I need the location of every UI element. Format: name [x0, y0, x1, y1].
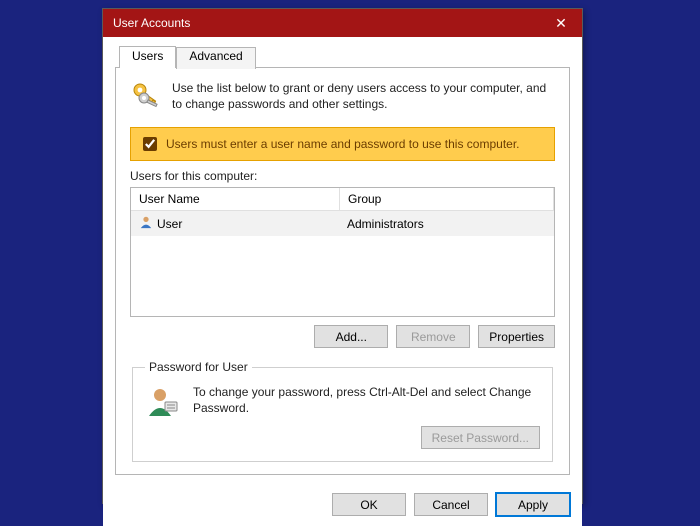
intro-text: Use the list below to grant or deny user… — [172, 80, 555, 115]
cell-user-name-text: User — [157, 217, 182, 231]
close-button[interactable]: ✕ — [540, 9, 582, 37]
client-area: Users Advanced Use the list below to — [103, 37, 582, 485]
password-instruction-text: To change your password, press Ctrl-Alt-… — [193, 384, 540, 416]
tab-users[interactable]: Users — [119, 46, 176, 68]
dialog-buttons-row: OK Cancel Apply — [103, 485, 582, 526]
require-login-checkbox[interactable] — [143, 137, 157, 151]
password-user-icon — [145, 384, 181, 423]
user-icon — [139, 215, 153, 232]
titlebar[interactable]: User Accounts ✕ — [103, 9, 582, 37]
keys-icon — [130, 80, 162, 115]
close-icon: ✕ — [555, 15, 567, 32]
column-group[interactable]: Group — [340, 188, 554, 210]
tabstrip: Users Advanced — [119, 45, 570, 67]
column-user-name[interactable]: User Name — [131, 188, 340, 210]
table-row[interactable]: User Administrators — [131, 211, 554, 236]
require-login-label: Users must enter a user name and passwor… — [166, 137, 520, 151]
password-groupbox: Password for User To change your passwor… — [132, 360, 553, 462]
intro-row: Use the list below to grant or deny user… — [130, 80, 555, 115]
reset-password-button[interactable]: Reset Password... — [421, 426, 540, 449]
cell-group: Administrators — [339, 211, 554, 236]
users-list-caption: Users for this computer: — [130, 169, 555, 183]
cancel-button[interactable]: Cancel — [414, 493, 488, 516]
list-buttons-row: Add... Remove Properties — [130, 325, 555, 348]
tab-panel-users: Use the list below to grant or deny user… — [115, 67, 570, 475]
ok-button[interactable]: OK — [332, 493, 406, 516]
require-login-checkbox-row[interactable]: Users must enter a user name and passwor… — [130, 127, 555, 161]
apply-button[interactable]: Apply — [496, 493, 570, 516]
tab-advanced[interactable]: Advanced — [176, 47, 255, 69]
listview-header[interactable]: User Name Group — [131, 188, 554, 211]
user-accounts-dialog: User Accounts ✕ Users Advanced — [102, 8, 583, 504]
users-listview[interactable]: User Name Group User Administrators — [130, 187, 555, 317]
properties-button[interactable]: Properties — [478, 325, 555, 348]
window-title: User Accounts — [113, 16, 540, 30]
cell-user-name: User — [131, 211, 339, 236]
add-button[interactable]: Add... — [314, 325, 388, 348]
remove-button[interactable]: Remove — [396, 325, 470, 348]
password-legend: Password for User — [145, 360, 252, 374]
